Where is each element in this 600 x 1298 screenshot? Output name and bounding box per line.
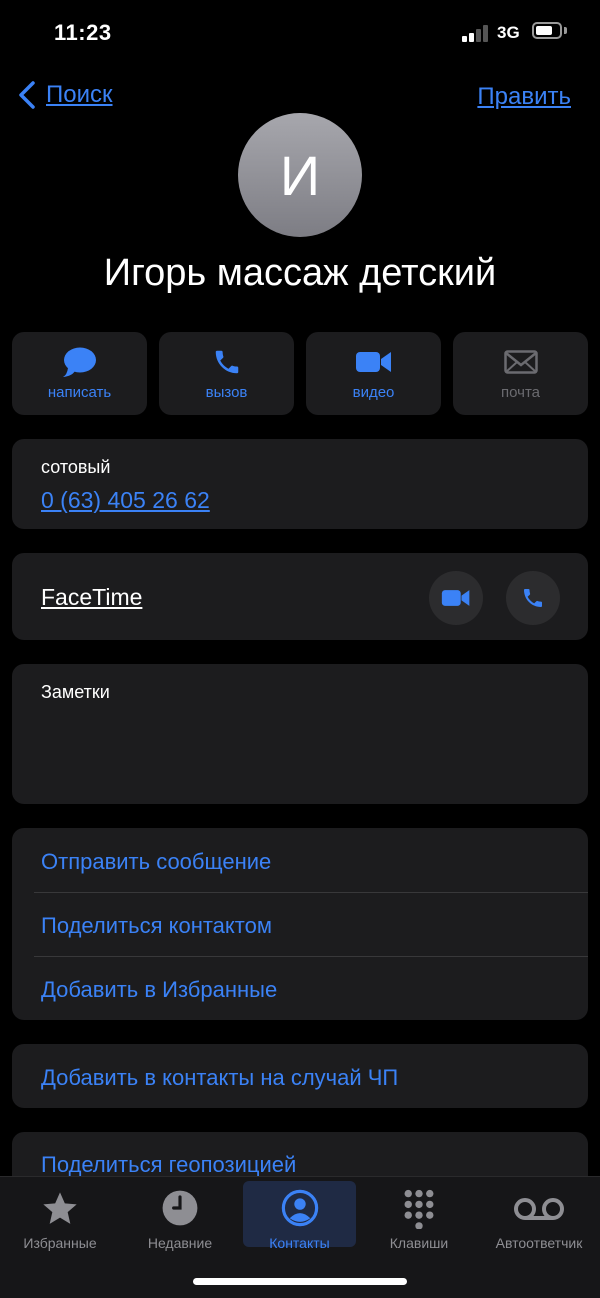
star-icon — [43, 1192, 77, 1224]
call-button[interactable]: вызов — [159, 332, 294, 415]
phone-type-label: сотовый — [41, 457, 111, 477]
notes-label: Заметки — [41, 682, 110, 702]
contact-screen: 11:23 3G Поиск Править И Игорь массаж де… — [0, 0, 600, 1298]
signal-icon — [462, 24, 490, 42]
edit-button[interactable]: Править — [477, 83, 571, 111]
tab-label: Клавиши — [389, 1235, 449, 1251]
mail-button[interactable]: почта — [453, 332, 588, 415]
facetime-video-button[interactable] — [429, 571, 483, 625]
video-label: видео — [352, 384, 395, 401]
phone-card: сотовый 0 (63) 405 26 62 — [12, 439, 588, 529]
emergency-card: Добавить в контакты на случай ЧП — [12, 1044, 588, 1108]
voicemail-icon — [514, 1198, 564, 1220]
contact-name: Игорь массаж детский — [103, 252, 497, 294]
status-time: 11:23 — [54, 20, 112, 45]
call-label: вызов — [205, 384, 248, 401]
tab-label: Избранные — [23, 1235, 97, 1251]
add-favorites-link[interactable]: Добавить в Избранные — [41, 977, 277, 1003]
share-contact-link[interactable]: Поделиться контактом — [41, 913, 272, 939]
tab-keypad[interactable]: Клавиши — [359, 1181, 479, 1251]
chevron-left-icon — [19, 81, 35, 109]
phone-icon — [215, 350, 238, 374]
keypad-icon — [404, 1189, 434, 1229]
actions-card: Отправить сообщение Поделиться контактом… — [12, 828, 588, 1020]
tab-voicemail[interactable]: Автоответчик — [479, 1181, 599, 1251]
battery-tip — [564, 27, 567, 34]
facetime-audio-button[interactable] — [506, 571, 560, 625]
network-type: 3G — [497, 23, 520, 42]
facetime-card: FaceTime — [12, 553, 588, 640]
message-label: написать — [47, 384, 112, 401]
divider — [34, 892, 588, 893]
divider — [34, 956, 588, 957]
status-bar: 11:23 3G — [0, 0, 600, 66]
notes-card[interactable]: Заметки — [12, 664, 588, 804]
add-emergency-contact-link[interactable]: Добавить в контакты на случай ЧП — [41, 1065, 398, 1091]
tab-favorites[interactable]: Избранные — [0, 1181, 120, 1251]
phone-icon — [524, 589, 542, 607]
video-icon — [355, 352, 391, 372]
back-button[interactable]: Поиск — [18, 80, 113, 110]
send-message-link[interactable]: Отправить сообщение — [41, 849, 271, 875]
mail-label: почта — [501, 384, 540, 401]
message-icon — [62, 347, 96, 377]
share-location-link[interactable]: Поделиться геопозицией — [41, 1152, 296, 1178]
tab-label: Недавние — [147, 1235, 213, 1251]
message-button[interactable]: написать — [12, 332, 147, 415]
phone-number-link[interactable]: 0 (63) 405 26 62 — [41, 487, 210, 514]
avatar[interactable]: И — [238, 113, 362, 237]
contact-icon — [281, 1189, 318, 1227]
quick-actions: написать вызов видео почта — [12, 332, 588, 415]
back-label: Поиск — [46, 81, 113, 108]
mail-icon — [503, 350, 538, 374]
tab-label: Автоответчик — [495, 1235, 583, 1251]
tab-contacts[interactable]: Контакты — [243, 1181, 356, 1251]
tab-recents[interactable]: Недавние — [120, 1181, 240, 1251]
facetime-label[interactable]: FaceTime — [41, 584, 142, 611]
video-button[interactable]: видео — [306, 332, 441, 415]
tab-label: Контакты — [269, 1235, 330, 1251]
home-indicator[interactable] — [193, 1278, 407, 1285]
video-icon — [441, 590, 470, 606]
clock-icon — [162, 1190, 198, 1226]
battery-icon — [532, 22, 562, 39]
